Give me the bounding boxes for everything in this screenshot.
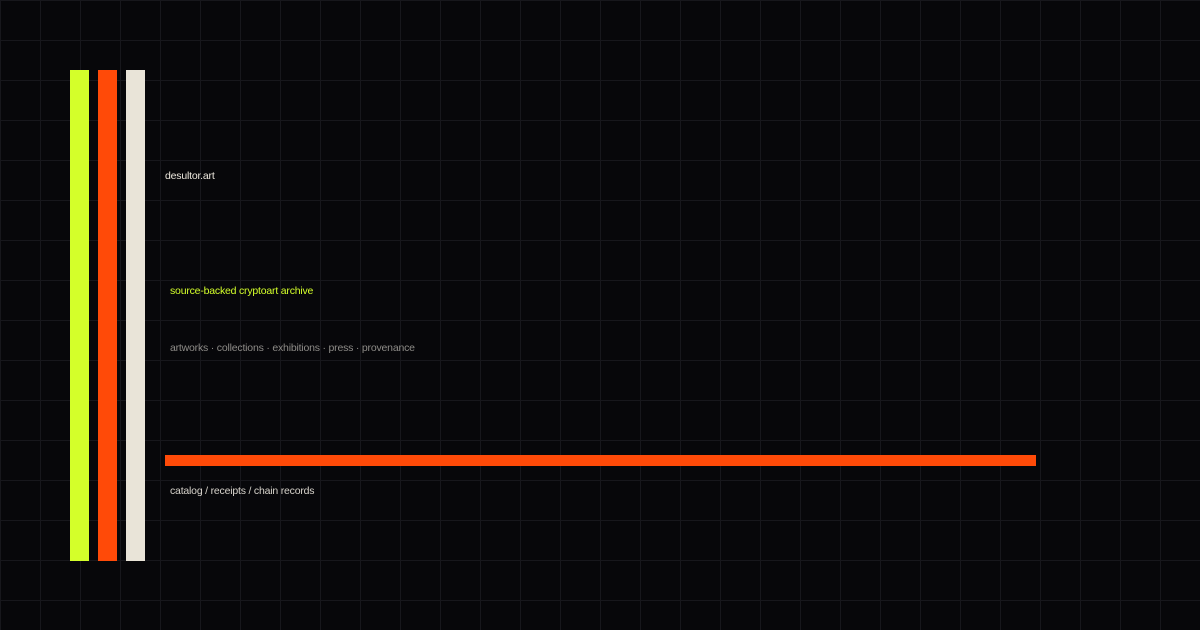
footer-caption: catalog / receipts / chain records — [170, 485, 315, 497]
orange-stripe — [98, 70, 117, 561]
site-name: desultor.art — [165, 170, 215, 182]
lime-stripe — [70, 70, 89, 561]
social-card: desultor.art source-backed cryptoart arc… — [0, 0, 1200, 630]
accent-rule — [165, 455, 1036, 466]
section-list: artworks · collections · exhibitions · p… — [170, 342, 415, 354]
tagline: source-backed cryptoart archive — [170, 285, 314, 297]
cream-stripe — [126, 70, 145, 561]
